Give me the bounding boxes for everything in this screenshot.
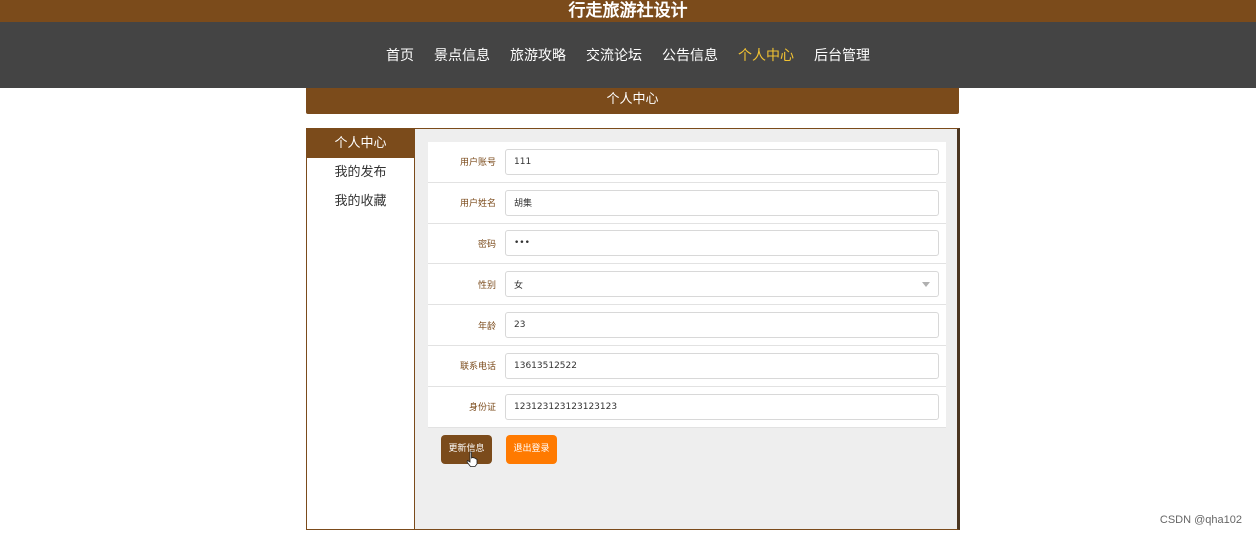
sidebar: 个人中心 我的发布 我的收藏 xyxy=(307,129,415,529)
profile-form: 用户账号 111 用户姓名 胡集 密码 ••• 性别 女 年龄 23 联系电话 … xyxy=(428,142,946,428)
profile-content: 用户账号 111 用户姓名 胡集 密码 ••• 性别 女 年龄 23 联系电话 … xyxy=(415,129,957,529)
gender-label: 性别 xyxy=(477,280,496,291)
nav-item-guides[interactable]: 旅游攻略 xyxy=(510,45,566,65)
sidebar-item-personal-center[interactable]: 个人中心 xyxy=(307,129,414,158)
nav-item-home[interactable]: 首页 xyxy=(386,45,414,65)
nav-item-announcements[interactable]: 公告信息 xyxy=(662,45,718,65)
nav-item-forum[interactable]: 交流论坛 xyxy=(586,45,642,65)
nav-item-personal-center[interactable]: 个人中心 xyxy=(738,45,794,65)
watermark: CSDN @qha102 xyxy=(1159,514,1242,526)
site-title: 行走旅游社设计 xyxy=(0,0,1256,22)
hand-cursor-icon xyxy=(466,451,478,467)
username-label: 用户账号 xyxy=(459,158,496,169)
chevron-down-icon xyxy=(922,281,930,287)
id-card-label: 身份证 xyxy=(468,403,496,414)
form-row-phone: 联系电话 13613512522 xyxy=(428,346,946,387)
sidebar-item-my-favorites[interactable]: 我的收藏 xyxy=(307,187,414,216)
sidebar-item-my-posts[interactable]: 我的发布 xyxy=(307,158,414,187)
main-nav: 首页 景点信息 旅游攻略 交流论坛 公告信息 个人中心 后台管理 xyxy=(0,22,1256,88)
name-label: 用户姓名 xyxy=(459,199,496,210)
gender-select[interactable]: 女 xyxy=(505,271,939,298)
personal-center-panel: 个人中心 我的发布 我的收藏 用户账号 111 用户姓名 胡集 密码 ••• 性… xyxy=(306,128,960,530)
form-row-id-card: 身份证 123123123123123123 xyxy=(428,387,946,428)
logout-button[interactable]: 退出登录 xyxy=(506,435,557,464)
form-row-password: 密码 ••• xyxy=(428,224,946,265)
nav-item-attractions[interactable]: 景点信息 xyxy=(434,45,490,65)
username-input[interactable]: 111 xyxy=(505,148,939,175)
password-input[interactable]: ••• xyxy=(505,230,939,257)
id-card-input[interactable]: 123123123123123123 xyxy=(505,393,939,420)
phone-input[interactable]: 13613512522 xyxy=(505,352,939,379)
phone-label: 联系电话 xyxy=(459,362,496,373)
password-label: 密码 xyxy=(477,239,496,250)
form-row-name: 用户姓名 胡集 xyxy=(428,183,946,224)
name-input[interactable]: 胡集 xyxy=(505,189,939,216)
age-input[interactable]: 23 xyxy=(505,312,939,339)
section-title: 个人中心 xyxy=(306,88,959,114)
form-row-gender: 性别 女 xyxy=(428,264,946,306)
form-row-age: 年龄 23 xyxy=(428,305,946,346)
nav-item-admin[interactable]: 后台管理 xyxy=(814,45,870,65)
form-row-username: 用户账号 111 xyxy=(428,142,946,183)
gender-value: 女 xyxy=(514,280,524,291)
age-label: 年龄 xyxy=(477,321,496,332)
